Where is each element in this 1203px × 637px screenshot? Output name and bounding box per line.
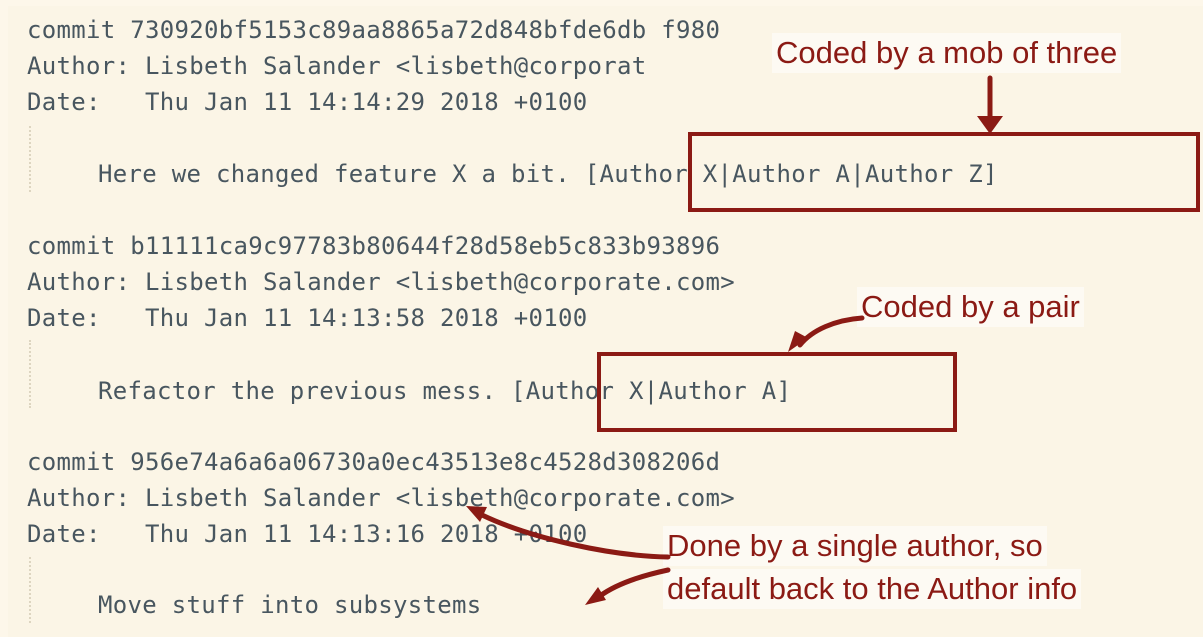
single-author-arrow-shaft bbox=[479, 512, 671, 560]
pair-arrow-shaft bbox=[797, 315, 865, 348]
annotation-arrows bbox=[466, 75, 1003, 605]
mob-arrow-head bbox=[977, 116, 1003, 134]
single-author-arrow-shaft-2 bbox=[597, 567, 671, 599]
single-author-arrow-head-2 bbox=[585, 587, 606, 605]
